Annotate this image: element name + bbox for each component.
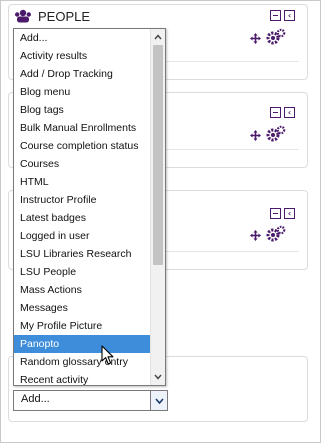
- block-controls: ‹: [270, 208, 295, 219]
- move-icon[interactable]: [250, 230, 261, 241]
- scroll-up-arrow[interactable]: [151, 30, 165, 44]
- gear-icon[interactable]: [266, 225, 286, 243]
- scroll-thumb[interactable]: [153, 45, 163, 265]
- dropdown-option[interactable]: Blog menu: [14, 83, 151, 101]
- dropdown-option[interactable]: Recent activity: [14, 371, 151, 385]
- gear-icon[interactable]: [266, 28, 286, 46]
- block-controls: ‹: [270, 10, 295, 21]
- divider: [159, 251, 299, 252]
- select-dropdown-button[interactable]: [150, 391, 167, 410]
- dropdown-option[interactable]: Bulk Manual Enrollments: [14, 119, 151, 137]
- dropdown-option[interactable]: Logged in user: [14, 227, 151, 245]
- add-block-select[interactable]: Add...: [13, 390, 168, 411]
- block-controls: ‹: [270, 107, 295, 118]
- dock-block-button[interactable]: ‹: [284, 107, 295, 118]
- hide-block-button[interactable]: [270, 107, 281, 118]
- move-icon[interactable]: [250, 130, 261, 141]
- chevron-up-icon: [154, 34, 162, 40]
- select-value: Add...: [21, 393, 50, 405]
- people-icon: [15, 9, 31, 23]
- chevron-down-icon: [154, 374, 162, 380]
- dropdown-option[interactable]: Course completion status: [14, 137, 151, 155]
- dropdown-option[interactable]: Add...: [14, 29, 151, 47]
- hide-block-button[interactable]: [270, 208, 281, 219]
- chevron-down-icon: [154, 397, 164, 404]
- dropdown-scrollbar[interactable]: [150, 29, 165, 385]
- divider: [159, 61, 299, 62]
- dropdown-option[interactable]: My Profile Picture: [14, 317, 151, 335]
- dock-block-button[interactable]: ‹: [284, 208, 295, 219]
- divider: [159, 149, 299, 150]
- dropdown-option[interactable]: LSU People: [14, 263, 151, 281]
- dropdown-option[interactable]: Messages: [14, 299, 151, 317]
- dropdown-option[interactable]: HTML: [14, 173, 151, 191]
- dropdown-option[interactable]: Instructor Profile: [14, 191, 151, 209]
- dropdown-option[interactable]: Add / Drop Tracking: [14, 65, 151, 83]
- dropdown-options: Add... Activity results Add / Drop Trackin…: [14, 29, 151, 385]
- dropdown-option[interactable]: Activity results: [14, 47, 151, 65]
- dropdown-option[interactable]: LSU Libraries Research: [14, 245, 151, 263]
- dropdown-option[interactable]: Courses: [14, 155, 151, 173]
- dropdown-option[interactable]: Random glossary entry: [14, 353, 151, 371]
- dropdown-option[interactable]: Panopto: [14, 335, 151, 353]
- block-title: PEOPLE: [38, 8, 91, 24]
- add-block-dropdown-list[interactable]: Add... Activity results Add / Drop Trackin…: [13, 28, 166, 386]
- scroll-down-arrow[interactable]: [151, 370, 165, 384]
- hide-block-button[interactable]: [270, 10, 281, 21]
- move-icon[interactable]: [250, 33, 261, 44]
- gear-icon[interactable]: [266, 125, 286, 143]
- dock-block-button[interactable]: ‹: [284, 10, 295, 21]
- block-header: PEOPLE: [14, 7, 90, 25]
- dropdown-option[interactable]: Latest badges: [14, 209, 151, 227]
- mouse-cursor-icon: [101, 345, 114, 365]
- dropdown-option[interactable]: Mass Actions: [14, 281, 151, 299]
- dropdown-option[interactable]: Blog tags: [14, 101, 151, 119]
